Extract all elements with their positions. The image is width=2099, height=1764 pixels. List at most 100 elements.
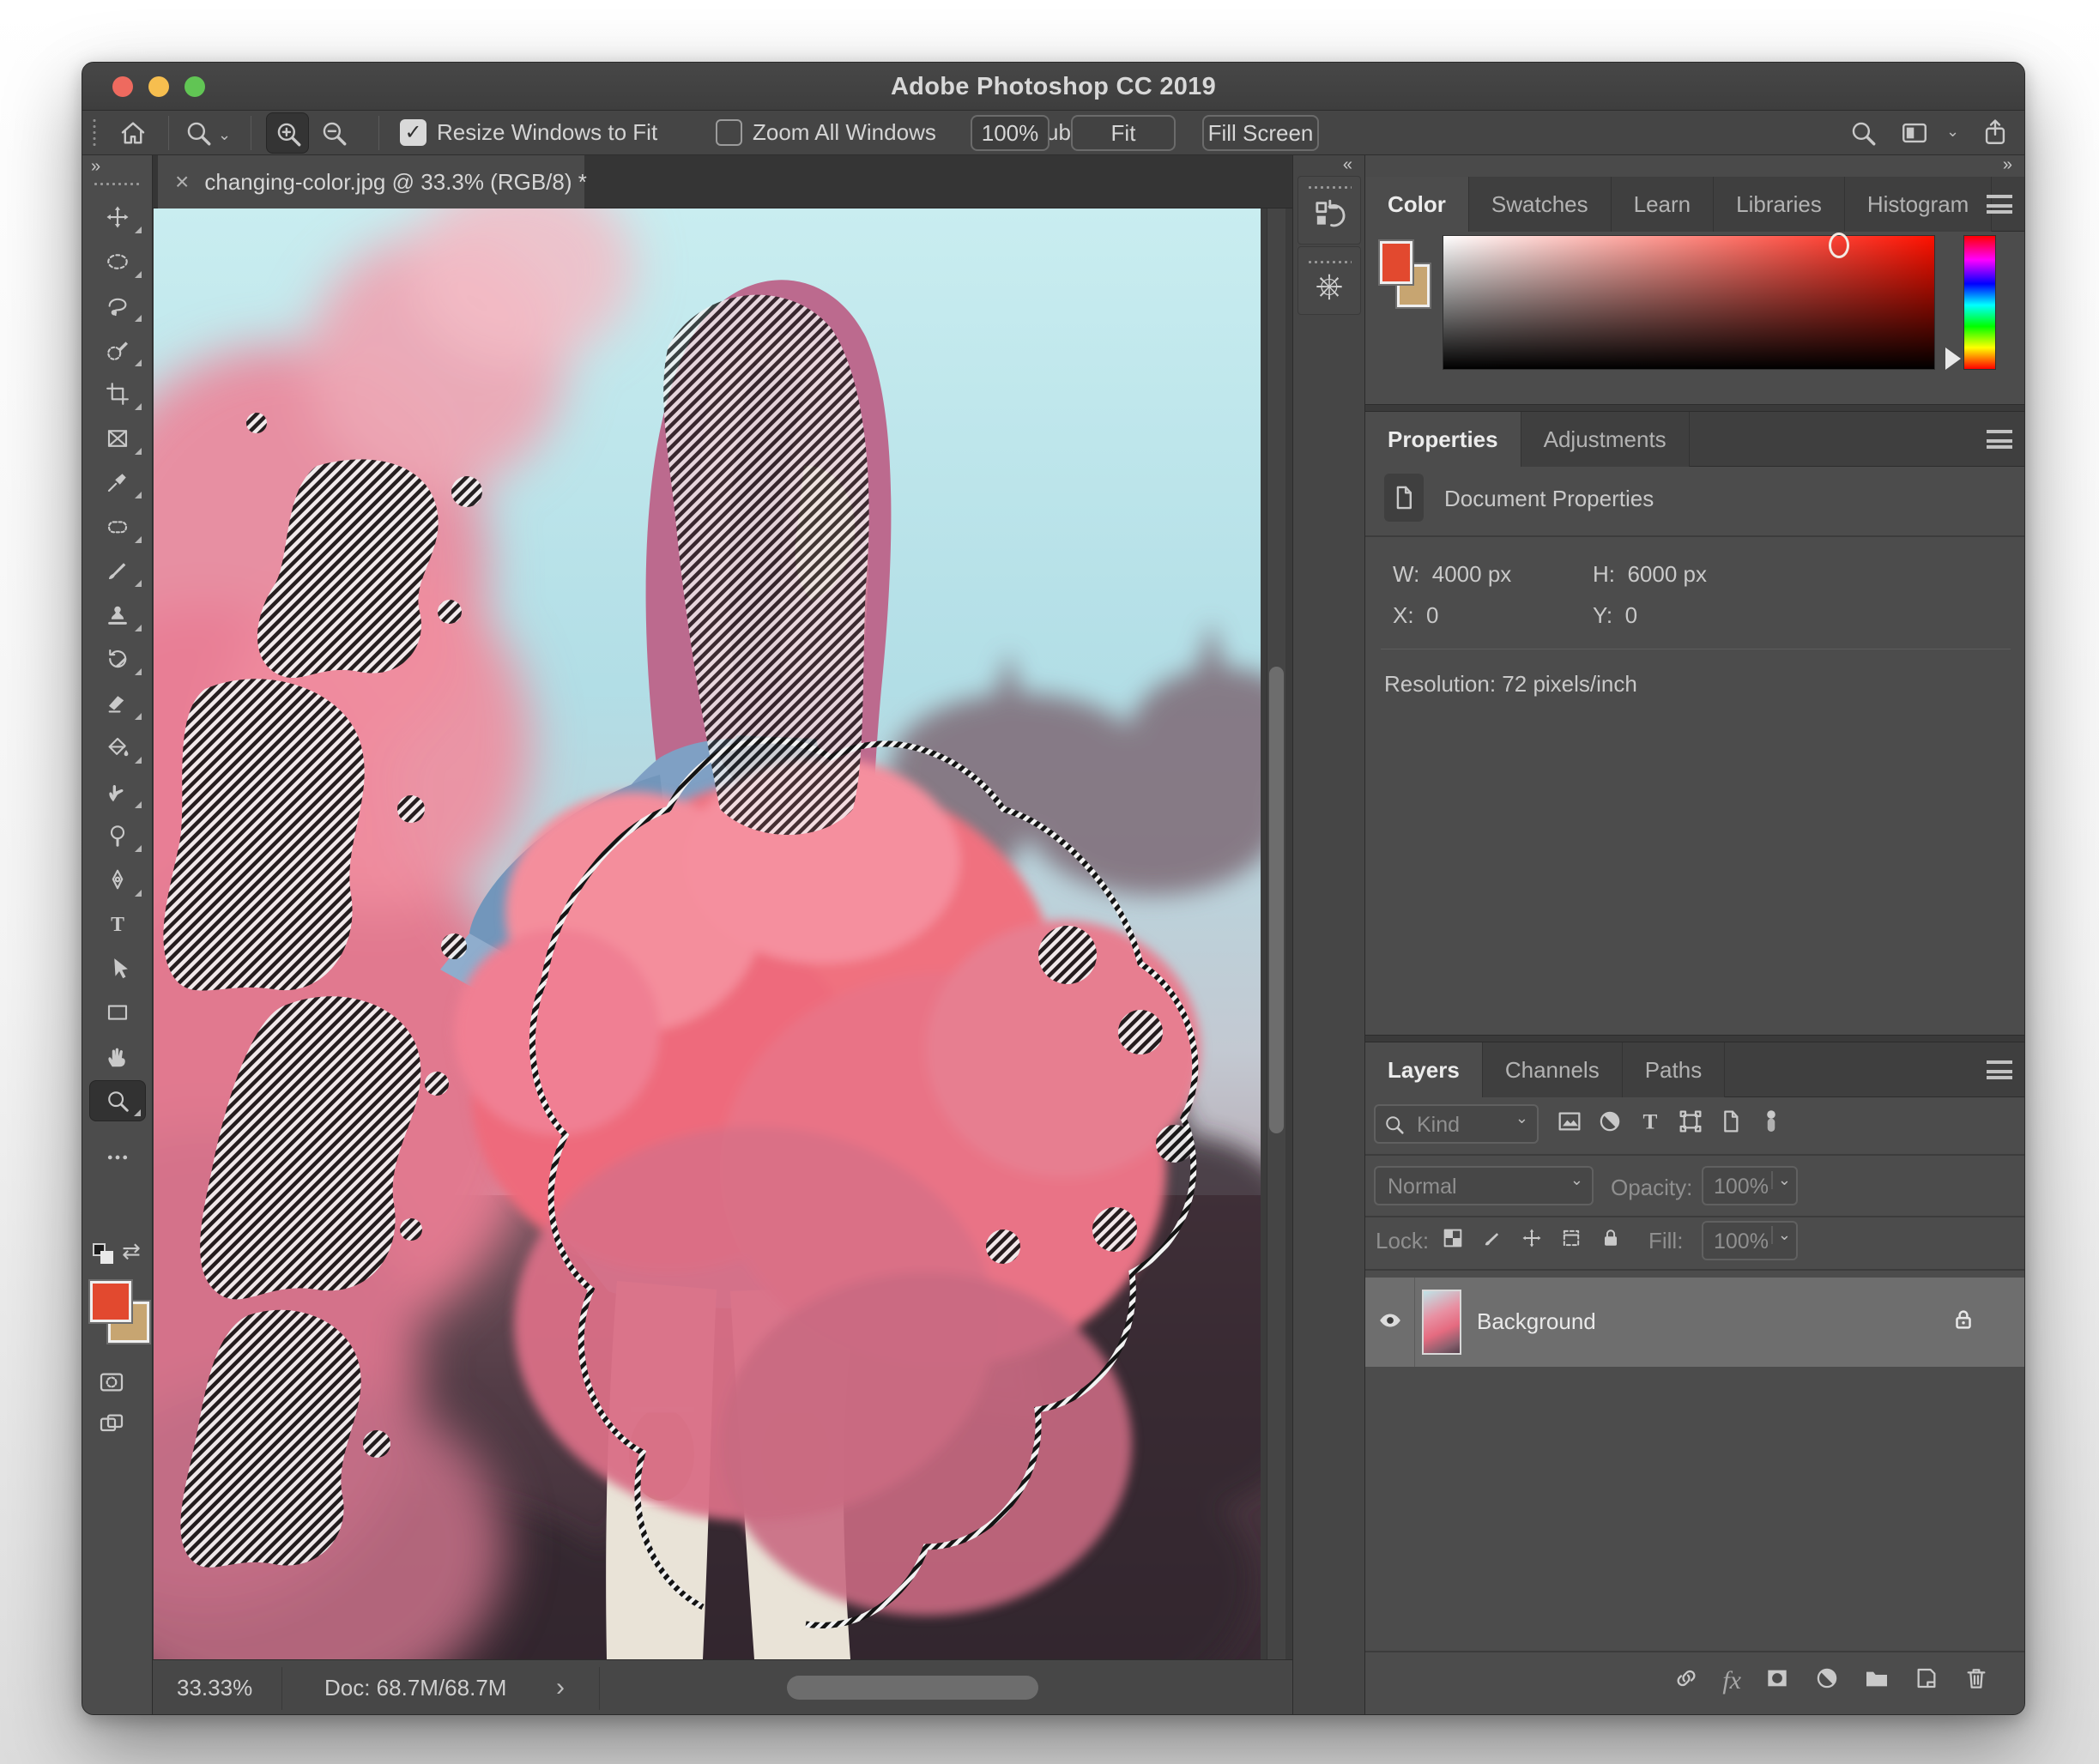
checkbox-checked-icon[interactable]: ✓ — [400, 119, 426, 146]
dock-collapse-icon[interactable]: « — [1343, 155, 1354, 175]
fill-input[interactable]: 100% ⌄ — [1702, 1221, 1798, 1260]
dodge-tool[interactable] — [89, 815, 146, 856]
properties-panel-menu-icon[interactable] — [1987, 430, 2012, 449]
patch-tool[interactable] — [89, 506, 146, 547]
properties-tab-properties[interactable]: Properties — [1365, 412, 1521, 467]
layers-tab-paths[interactable]: Paths — [1622, 1042, 1726, 1097]
quick-mask-icon[interactable] — [98, 1368, 125, 1400]
zoom-level[interactable]: 33.33% — [177, 1660, 252, 1714]
chevron-down-icon[interactable]: ⌄ — [1946, 123, 1959, 141]
zoom-tool[interactable] — [89, 1080, 146, 1121]
share-icon[interactable] — [1981, 118, 2010, 151]
smart-object-filter-icon[interactable] — [1717, 1108, 1745, 1139]
layers-panel-menu-icon[interactable] — [1987, 1060, 2012, 1079]
height-value[interactable]: 6000 px — [1627, 561, 1707, 587]
lock-move-icon[interactable] — [1520, 1226, 1544, 1254]
link-icon[interactable] — [1673, 1664, 1700, 1696]
brush-tool[interactable] — [89, 550, 146, 591]
title-bar[interactable]: Adobe Photoshop CC 2019 — [82, 63, 2024, 111]
color-field[interactable] — [1443, 235, 1935, 370]
color-tab-libraries[interactable]: Libraries — [1714, 177, 1845, 232]
option-checkbox-zoom-all-windows[interactable]: Zoom All Windows — [716, 119, 936, 146]
smudge-tool[interactable] — [89, 771, 146, 813]
quick-selection-tool[interactable] — [89, 329, 146, 371]
trash-icon[interactable] — [1963, 1664, 1990, 1696]
home-icon[interactable] — [118, 118, 148, 152]
type-filter-icon[interactable]: T — [1636, 1108, 1664, 1139]
history-brush-tool[interactable] — [89, 638, 146, 680]
color-tab-color[interactable]: Color — [1365, 177, 1469, 232]
adjustment-icon[interactable] — [1813, 1664, 1841, 1696]
new-layer-icon[interactable] — [1913, 1664, 1940, 1696]
lock-brush-icon[interactable] — [1480, 1226, 1504, 1254]
layer-thumbnail[interactable] — [1422, 1290, 1461, 1355]
search-icon[interactable] — [1848, 118, 1878, 152]
lock-lock-icon[interactable] — [1599, 1226, 1623, 1254]
color-tab-learn[interactable]: Learn — [1611, 177, 1715, 232]
rectangle-tool[interactable] — [89, 992, 146, 1033]
properties-tab-adjustments[interactable]: Adjustments — [1521, 412, 1690, 467]
move-tool[interactable] — [89, 196, 146, 238]
path-select-tool[interactable] — [89, 948, 146, 989]
foreground-color-swatch[interactable] — [88, 1279, 133, 1324]
document-tab[interactable]: × changing-color.jpg @ 33.3% (RGB/8) * — [158, 155, 587, 208]
hue-strip[interactable] — [1963, 235, 1996, 370]
color-tab-histogram[interactable]: Histogram — [1844, 177, 1993, 232]
color-panel-menu-icon[interactable] — [1987, 195, 2012, 214]
vertical-scrollbar-thumb[interactable] — [1269, 667, 1284, 1133]
eyedropper-tool[interactable] — [89, 462, 146, 503]
frame-tool[interactable] — [89, 418, 146, 459]
screen-mode-icon[interactable] — [98, 1410, 125, 1441]
shape-filter-icon[interactable] — [1677, 1108, 1704, 1139]
type-tool[interactable]: T — [89, 903, 146, 945]
eraser-tool[interactable] — [89, 683, 146, 724]
mask-icon[interactable] — [1763, 1664, 1791, 1696]
navigator-panel-button[interactable]: ⎈ — [1298, 246, 1361, 315]
edit-toolbar-tool[interactable] — [89, 1137, 146, 1178]
width-value[interactable]: 4000 px — [1432, 561, 1512, 587]
history-panel-button[interactable] — [1298, 176, 1361, 245]
adjustment-filter-icon[interactable] — [1596, 1108, 1624, 1139]
zoom-tool-icon[interactable]: ⌄ — [184, 118, 231, 152]
color-foreground-swatch[interactable] — [1378, 239, 1414, 286]
toolbar-expand-icon[interactable]: » — [91, 157, 102, 177]
hue-slider-arrow[interactable] — [1945, 347, 1961, 370]
image-filter-icon[interactable] — [1556, 1108, 1583, 1139]
checkbox-unchecked-icon[interactable] — [716, 119, 742, 146]
elliptical-marquee-tool[interactable] — [89, 241, 146, 282]
kind-filter-dropdown[interactable]: Kind ⌄ — [1374, 1104, 1539, 1144]
zoom-out-button[interactable] — [319, 118, 348, 152]
fx-icon[interactable]: fx — [1722, 1666, 1741, 1695]
toolbar-grip[interactable] — [93, 181, 142, 187]
panels-expand-icon[interactable]: » — [2003, 155, 2014, 175]
lock-frame-icon[interactable] — [1559, 1226, 1583, 1254]
layers-tab-layers[interactable]: Layers — [1365, 1042, 1483, 1097]
hand-tool[interactable] — [89, 1036, 146, 1078]
zoom-percent-button[interactable]: 100% — [971, 115, 1050, 151]
layer-row-background[interactable]: Background — [1365, 1278, 2024, 1367]
layers-tab-channels[interactable]: Channels — [1482, 1042, 1623, 1097]
workspace-switcher-icon[interactable] — [1900, 118, 1929, 152]
canvas[interactable] — [153, 208, 1292, 1659]
horizontal-scrollbar-thumb[interactable] — [787, 1676, 1038, 1700]
option-checkbox-resize-windows-to-fit[interactable]: ✓ Resize Windows to Fit — [400, 119, 657, 146]
filter-toggle-filter-icon[interactable] — [1757, 1108, 1785, 1139]
color-field-marker[interactable] — [1829, 233, 1849, 258]
zoom-in-button[interactable] — [266, 112, 309, 154]
options-grip[interactable] — [91, 118, 98, 148]
folder-icon[interactable] — [1863, 1664, 1890, 1696]
paint-bucket-tool[interactable] — [89, 727, 146, 768]
color-tab-swatches[interactable]: Swatches — [1468, 177, 1612, 232]
close-tab-icon[interactable]: × — [175, 168, 189, 196]
fill-screen-button[interactable]: Fill Screen — [1202, 115, 1319, 151]
y-value[interactable]: 0 — [1625, 602, 1637, 628]
x-value[interactable]: 0 — [1426, 602, 1438, 628]
clone-stamp-tool[interactable] — [89, 595, 146, 636]
lasso-tool[interactable] — [89, 285, 146, 326]
layer-name[interactable]: Background — [1477, 1308, 1596, 1335]
crop-tool[interactable] — [89, 373, 146, 414]
pen-tool[interactable] — [89, 860, 146, 901]
blend-mode-dropdown[interactable]: Normal ⌄ — [1374, 1166, 1594, 1205]
layer-visibility-toggle[interactable] — [1365, 1278, 1415, 1367]
status-chevron-icon[interactable]: › — [556, 1660, 565, 1714]
